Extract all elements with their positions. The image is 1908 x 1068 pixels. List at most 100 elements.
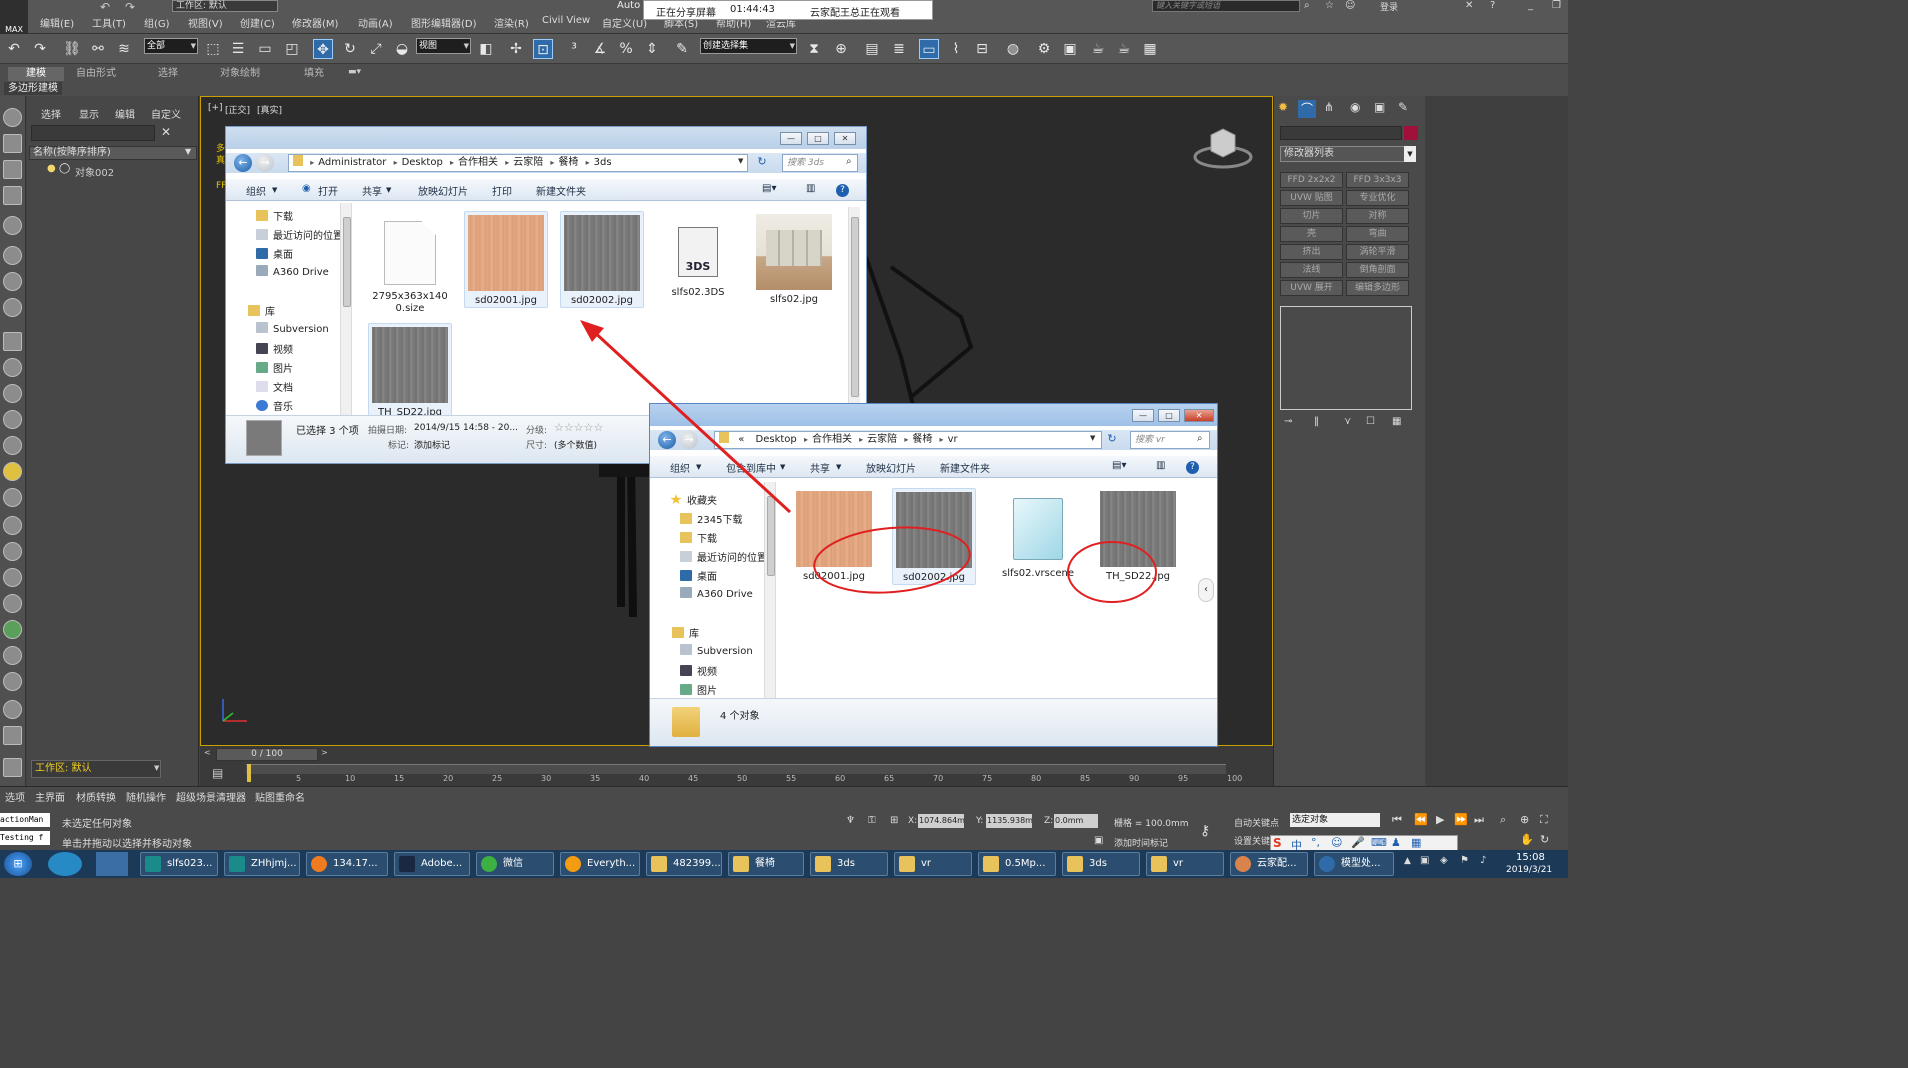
app-logo[interactable]: MAX xyxy=(0,0,28,34)
binoculars-icon[interactable]: ⌕ xyxy=(1304,0,1310,11)
render-production-icon[interactable]: ☕ xyxy=(1088,39,1108,59)
cone-icon[interactable] xyxy=(3,436,22,455)
pan-icon[interactable]: ✋ xyxy=(1520,833,1534,846)
create-shapes-icon[interactable] xyxy=(3,134,22,153)
nav-desktop[interactable]: 桌面 xyxy=(256,246,293,261)
particles-icon[interactable] xyxy=(3,298,22,317)
select-object-icon[interactable]: ⬚ xyxy=(203,39,223,59)
pivot-center-icon[interactable]: ◧ xyxy=(476,39,496,59)
named-selection-dropdown[interactable]: 创建选择集 xyxy=(700,38,797,54)
breadcrumb-item[interactable]: Desktop xyxy=(398,155,447,171)
rendered-frame-window-icon[interactable]: ▣ xyxy=(1060,39,1080,59)
address-chevron-icon[interactable]: ▼ xyxy=(1090,434,1095,442)
taskbar-item[interactable]: 482399... xyxy=(646,852,722,876)
nav-documents[interactable]: 文档 xyxy=(256,379,293,394)
ime-voice-icon[interactable]: 🎤 xyxy=(1351,836,1365,849)
menu-tools[interactable]: 工具(T) xyxy=(92,15,126,30)
displacement-icon[interactable] xyxy=(3,568,22,587)
pin-stack-icon[interactable]: ⊸ xyxy=(1284,416,1292,427)
viewcube-icon[interactable] xyxy=(1193,127,1257,171)
nav-a360-drive[interactable]: A360 Drive xyxy=(256,265,329,278)
modifier-uvw-map-button[interactable]: UVW 贴图 xyxy=(1280,190,1343,206)
select-manipulate-icon[interactable]: ✢ xyxy=(506,39,526,59)
spacewarps-icon[interactable] xyxy=(3,246,22,265)
ime-toolbar[interactable]: S 中 °, ☺ 🎤 ⌨ ♟ ▦ xyxy=(1270,835,1458,852)
go-to-end-icon[interactable]: ⏭ xyxy=(1474,813,1484,827)
y-coordinate-field[interactable]: 1135.938m xyxy=(986,814,1032,828)
nav-desktop[interactable]: 桌面 xyxy=(680,568,717,583)
file-item[interactable]: slfs02.vrscene xyxy=(996,488,1080,580)
print-button[interactable]: 打印 xyxy=(492,183,512,198)
ribbon-polygon-modeling[interactable]: 多边形建模 xyxy=(4,82,62,95)
file-item[interactable]: TH_SD22.jpg xyxy=(1096,488,1180,583)
sky-icon[interactable] xyxy=(3,488,22,507)
help-icon[interactable]: ? xyxy=(836,184,849,197)
breadcrumb-overflow[interactable]: « xyxy=(734,432,748,448)
selection-filter-dropdown[interactable]: 全部 xyxy=(144,38,198,54)
nav-favorites[interactable]: 收藏夹 xyxy=(670,492,717,507)
ribbon-tab-object-paint[interactable]: 对象绘制 xyxy=(208,67,272,81)
file-item[interactable]: sd02002.jpg xyxy=(560,211,644,308)
taskbar-item[interactable]: Everyth... xyxy=(560,852,640,876)
align-icon[interactable]: ⊕ xyxy=(831,39,851,59)
status-tab-random-ops[interactable]: 随机操作 xyxy=(126,789,166,804)
tray-network-icon[interactable]: ▣ xyxy=(1420,855,1429,866)
breadcrumb-item[interactable]: Desktop xyxy=(752,432,801,448)
nav-scrollbar[interactable] xyxy=(340,203,351,415)
link-icon[interactable]: ⛓ xyxy=(62,39,82,59)
share-chevron-icon[interactable]: ▼ xyxy=(386,186,391,194)
explorer-3ds-titlebar[interactable] xyxy=(226,127,866,149)
file-item[interactable]: sd02002.jpg xyxy=(892,488,976,585)
maximize-button[interactable]: □ xyxy=(807,132,829,145)
explorer-3ds-breadcrumb[interactable]: ▸ Administrator ▸ Desktop ▸ 合作相关 ▸ 云家陪 ▸ 餐椅 ▸… xyxy=(288,154,748,172)
nav-recent-places[interactable]: 最近访问的位置 xyxy=(256,227,343,242)
preview-pane-icon[interactable]: ▥ xyxy=(806,183,815,194)
breadcrumb-item[interactable]: 3ds xyxy=(590,155,616,171)
view-options-icon[interactable]: ▤▾ xyxy=(762,183,776,194)
box-icon[interactable] xyxy=(3,332,22,351)
object-visibility-icon[interactable]: ◯ xyxy=(59,163,70,174)
window-crossing-icon[interactable]: ◰ xyxy=(282,39,302,59)
previous-frame-icon[interactable]: ⏪ xyxy=(1414,813,1428,826)
curve-editor-icon[interactable]: ⌇ xyxy=(946,39,966,59)
ribbon-tab-populate[interactable]: 填充 xyxy=(292,67,336,81)
utilities-tab-icon[interactable]: ✎ xyxy=(1398,100,1408,114)
login-link[interactable]: 登录 xyxy=(1380,0,1398,13)
modifier-bevel-profile-button[interactable]: 倒角剖面 xyxy=(1346,262,1409,278)
breadcrumb-item[interactable]: 餐椅 xyxy=(908,432,936,448)
menu-create[interactable]: 创建(C) xyxy=(240,15,275,30)
minimize-icon[interactable]: _ xyxy=(1528,0,1533,11)
tray-volume-icon[interactable]: ♪ xyxy=(1480,855,1486,866)
helpers-icon[interactable] xyxy=(3,216,22,235)
star-icon[interactable]: ☆ xyxy=(1325,0,1334,11)
taskbar-item[interactable]: Adobe... xyxy=(394,852,470,876)
edit-named-selection-icon[interactable]: ✎ xyxy=(672,39,692,59)
menu-views[interactable]: 视图(V) xyxy=(188,15,223,30)
taskbar-item[interactable]: 3ds xyxy=(810,852,888,876)
ime-tools-icon[interactable]: ▦ xyxy=(1411,836,1421,849)
motion-tab-icon[interactable]: ◉ xyxy=(1350,100,1360,114)
maximize-button[interactable]: □ xyxy=(1158,409,1180,422)
files-scrollbar[interactable] xyxy=(848,207,860,407)
nav-downloads[interactable]: 下载 xyxy=(256,208,293,223)
file-item[interactable]: slfs02.jpg xyxy=(752,211,836,306)
track-bar-icon[interactable]: ▤ xyxy=(212,766,223,780)
search-icon[interactable]: ⌕ xyxy=(1197,433,1203,444)
organize-button[interactable]: 组织 xyxy=(246,183,266,198)
layer-explorer-icon[interactable]: ≣ xyxy=(889,39,909,59)
object-color-swatch[interactable] xyxy=(1404,126,1418,140)
ime-skin-icon[interactable]: ♟ xyxy=(1391,836,1401,849)
restore-icon[interactable]: ❐ xyxy=(1552,0,1561,11)
remove-modifier-icon[interactable]: ☐ xyxy=(1366,416,1375,427)
taskbar-item[interactable]: ZHhjmj... xyxy=(224,852,300,876)
redo-quick-icon[interactable]: ↷ xyxy=(125,0,135,14)
nav-downloads[interactable]: 下载 xyxy=(680,530,717,545)
view-options-icon[interactable]: ▤▾ xyxy=(1112,460,1126,471)
ribbon-tab-selection[interactable]: 选择 xyxy=(144,67,192,81)
refresh-icon[interactable]: ↻ xyxy=(1104,432,1120,448)
ribbon-tab-modeling[interactable]: 建模 xyxy=(8,67,64,81)
configure-sets-icon[interactable]: ▦ xyxy=(1392,416,1401,427)
modify-tab-icon[interactable]: ⌒ xyxy=(1298,100,1316,118)
taskbar-item[interactable]: 微信 xyxy=(476,852,554,876)
select-place-icon[interactable]: ◒ xyxy=(392,39,412,59)
